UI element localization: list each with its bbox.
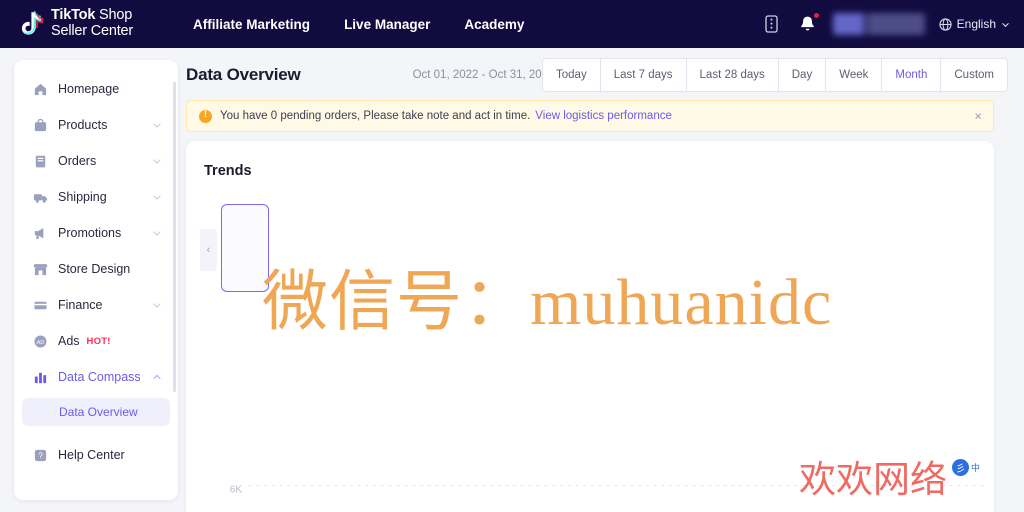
sidebar-label-data-compass: Data Compass [58, 370, 141, 384]
sidebar-label-orders: Orders [58, 154, 97, 168]
nav-live-manager[interactable]: Live Manager [344, 17, 430, 32]
y-axis-label-6k: 6K [229, 484, 242, 496]
page-header: Data Overview Oct 01, 2022 - Oct 31, 202… [186, 58, 1008, 92]
top-nav-links: Affiliate Marketing Live Manager Academy [193, 17, 524, 32]
sidebar-item-products[interactable]: Products [22, 110, 170, 140]
nav-affiliate-marketing[interactable]: Affiliate Marketing [193, 17, 310, 32]
svg-text:AD: AD [37, 339, 45, 345]
sidebar-subitem-data-overview[interactable]: Data Overview [22, 398, 170, 426]
sidebar-label-homepage: Homepage [58, 82, 120, 96]
sidebar: Homepage Products Orders Shipping Promot… [14, 60, 178, 500]
sidebar-label-promotions: Promotions [58, 226, 122, 240]
sidebar-scrollbar[interactable] [173, 82, 176, 392]
sidebar-item-finance[interactable]: Finance [22, 290, 170, 320]
sidebar-label-shipping: Shipping [58, 190, 107, 204]
chevron-down-icon [153, 231, 161, 236]
nav-academy[interactable]: Academy [464, 17, 524, 32]
brand-logo[interactable]: TikTok Shop Seller Center [18, 8, 133, 39]
range-button-last-28-days[interactable]: Last 28 days [685, 59, 778, 91]
sidebar-label-data-overview: Data Overview [59, 405, 138, 419]
notification-badge-dot [812, 12, 820, 19]
page-title: Data Overview [186, 65, 301, 84]
sidebar-item-orders[interactable]: Orders [22, 146, 170, 176]
chevron-down-icon [153, 123, 161, 128]
tiktok-note-icon [18, 10, 44, 38]
ads-hot-badge: HOT! [86, 335, 111, 347]
storefront-icon [32, 261, 49, 278]
user-profile-avatar[interactable] [832, 13, 925, 35]
sidebar-item-data-compass[interactable]: Data Compass [22, 362, 170, 392]
bar-chart-icon [32, 369, 49, 386]
sidebar-item-homepage[interactable]: Homepage [22, 74, 170, 104]
language-selector[interactable]: English [939, 17, 1010, 31]
brand-line-1: TikTok Shop [51, 8, 133, 24]
card-icon [32, 297, 49, 314]
date-range-button-group: Today Last 7 days Last 28 days Day Week … [542, 58, 1008, 92]
help-icon: ? [32, 447, 49, 464]
ads-icon: AD [32, 333, 49, 350]
chevron-down-icon [153, 159, 161, 164]
globe-icon [939, 17, 952, 31]
sidebar-item-shipping[interactable]: Shipping [22, 182, 170, 212]
brand-shop: Shop [95, 7, 133, 24]
brand-line-2: Seller Center [51, 23, 134, 39]
trends-card: Trends ‹ 6K 5K 4K 3K 2K 1K [186, 141, 994, 512]
metric-card-selected[interactable] [221, 204, 269, 292]
range-button-day[interactable]: Day [777, 59, 825, 91]
range-button-last-7-days[interactable]: Last 7 days [599, 59, 686, 91]
chevron-down-icon [153, 195, 161, 200]
truck-icon [32, 189, 49, 206]
megaphone-icon [32, 225, 49, 242]
home-icon [32, 81, 49, 98]
bag-icon [32, 117, 49, 134]
brand-tiktok: TikTok [51, 7, 96, 24]
range-button-today[interactable]: Today [543, 59, 600, 91]
sidebar-label-ads: Ads [58, 334, 80, 348]
chevron-down-icon [1002, 22, 1009, 27]
warning-icon [199, 109, 212, 123]
orders-icon [32, 153, 49, 170]
svg-text:?: ? [38, 451, 43, 460]
top-bar-actions: English [761, 0, 1012, 48]
trends-chart-svg [248, 485, 988, 487]
sidebar-label-finance: Finance [58, 298, 103, 312]
chevron-down-icon [153, 303, 161, 308]
pending-orders-alert: You have 0 pending orders, Please take n… [186, 100, 994, 132]
alert-text: You have 0 pending orders, Please take n… [220, 110, 531, 122]
range-button-custom[interactable]: Custom [940, 59, 1007, 91]
notifications-bell-icon[interactable] [797, 12, 820, 35]
metric-carousel-prev-button[interactable]: ‹ [200, 229, 217, 271]
sidebar-label-products: Products [58, 118, 108, 132]
top-navigation-bar: TikTok Shop Seller Center Affiliate Mark… [0, 0, 1024, 48]
sidebar-item-promotions[interactable]: Promotions [22, 218, 170, 248]
sidebar-item-help-center[interactable]: ? Help Center [22, 440, 170, 470]
sidebar-item-store-design[interactable]: Store Design [22, 254, 170, 284]
chevron-up-icon [153, 374, 161, 380]
sidebar-item-ads[interactable]: AD Ads HOT! [22, 326, 170, 356]
close-icon[interactable]: × [974, 110, 982, 123]
mobile-app-icon[interactable] [761, 13, 783, 35]
trends-title: Trends [204, 163, 252, 179]
range-button-week[interactable]: Week [825, 59, 881, 91]
app-root: TikTok Shop Seller Center Affiliate Mark… [0, 0, 1024, 512]
language-label: English [956, 17, 996, 31]
brand-text: TikTok Shop Seller Center [51, 8, 133, 39]
sidebar-label-help-center: Help Center [58, 448, 125, 462]
view-logistics-performance-link[interactable]: View logistics performance [535, 110, 672, 122]
sidebar-label-store-design: Store Design [58, 262, 131, 276]
range-button-month[interactable]: Month [881, 59, 940, 91]
trends-chart: 6K 5K 4K 3K 2K 1K [186, 321, 994, 512]
